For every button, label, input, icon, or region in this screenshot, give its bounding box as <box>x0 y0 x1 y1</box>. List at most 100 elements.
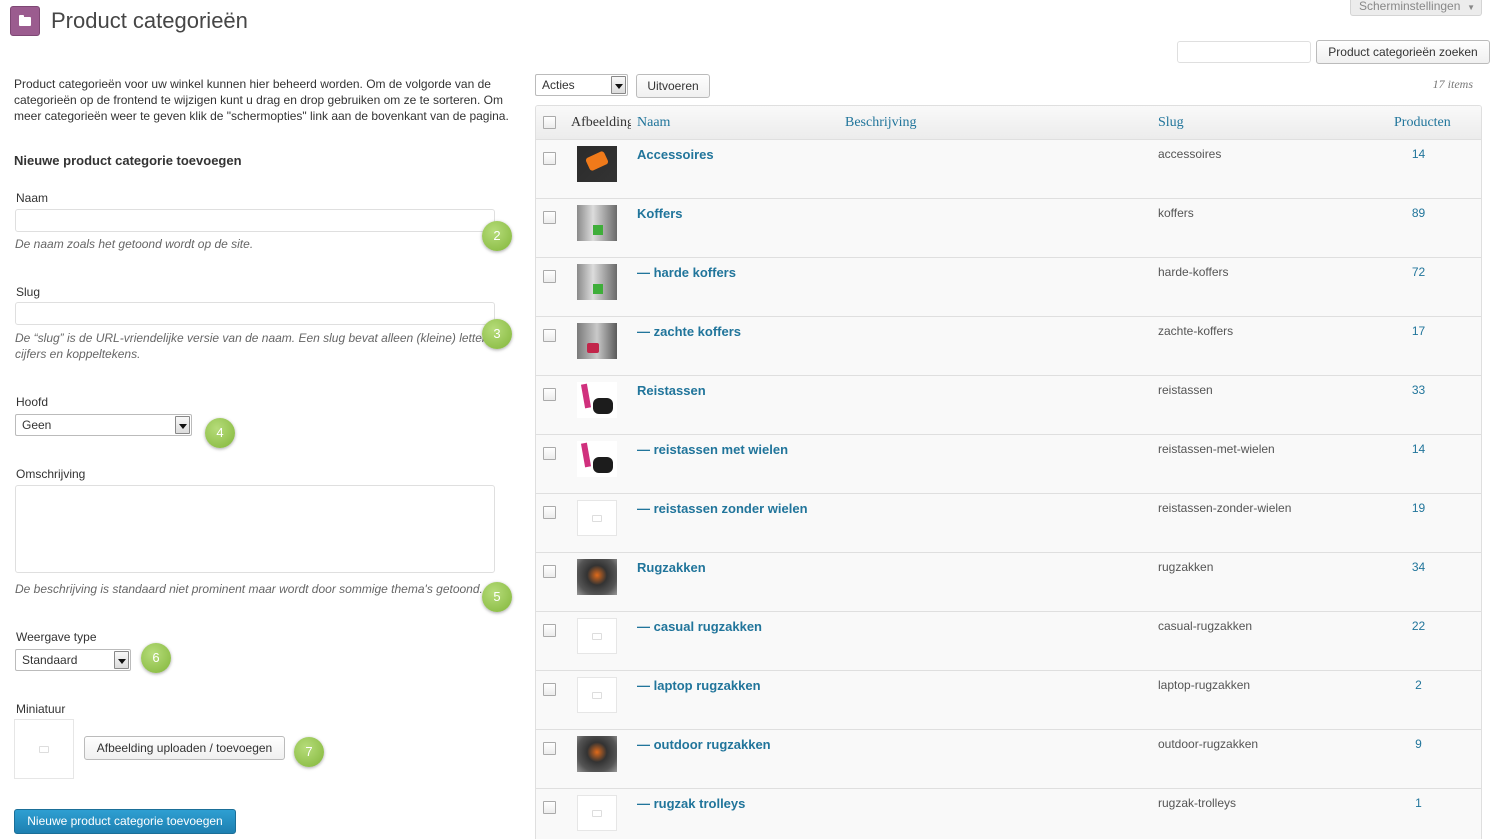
row-checkbox[interactable] <box>543 742 556 755</box>
apply-button[interactable]: Uitvoeren <box>636 74 710 98</box>
category-name-link[interactable]: — harde koffers <box>637 265 736 280</box>
column-description[interactable]: Beschrijving <box>845 115 917 131</box>
bulk-actions-select[interactable]: Acties <box>535 74 628 96</box>
category-product-count[interactable]: 33 <box>1396 383 1441 397</box>
table-row[interactable]: — zachte koffers zachte-koffers 17 <box>536 317 1481 376</box>
category-name-link[interactable]: — reistassen met wielen <box>637 442 788 457</box>
category-product-count[interactable]: 72 <box>1396 265 1441 279</box>
category-thumbnail <box>577 500 617 536</box>
column-products[interactable]: Producten <box>1394 115 1451 131</box>
category-name-link[interactable]: Accessoires <box>637 147 714 162</box>
display-type-select[interactable]: Standaard <box>15 649 131 671</box>
add-category-button[interactable]: Nieuwe product categorie toevoegen <box>14 809 236 834</box>
category-name-link[interactable]: Rugzakken <box>637 560 706 575</box>
name-label: Naam <box>16 191 49 205</box>
image-placeholder-icon <box>592 515 602 522</box>
slug-field[interactable] <box>15 302 495 325</box>
table-row[interactable]: Accessoires accessoires 14 <box>536 140 1481 199</box>
category-product-count[interactable]: 22 <box>1396 619 1441 633</box>
description-hint: De beschrijving is standaard niet promin… <box>15 582 483 596</box>
table-row[interactable]: Koffers koffers 89 <box>536 199 1481 258</box>
slug-label: Slug <box>16 285 41 299</box>
items-count: 17 items <box>1432 77 1473 91</box>
category-product-count[interactable]: 19 <box>1396 501 1441 515</box>
table-row[interactable]: — rugzak trolleys rugzak-trolleys 1 <box>536 789 1481 839</box>
category-product-count[interactable]: 14 <box>1396 147 1441 161</box>
intro-text: Product categorieën voor uw winkel kunne… <box>14 77 509 123</box>
category-name-link[interactable]: Reistassen <box>637 383 706 398</box>
parent-select-value: Geen <box>22 418 52 432</box>
row-checkbox[interactable] <box>543 329 556 342</box>
annotation-badge: 7 <box>294 737 324 767</box>
category-product-count[interactable]: 1 <box>1396 796 1441 810</box>
column-name[interactable]: Naam <box>637 115 670 131</box>
category-slug: reistassen-zonder-wielen <box>1158 501 1292 515</box>
category-slug: rugzakken <box>1158 560 1214 574</box>
row-checkbox[interactable] <box>543 801 556 814</box>
annotation-badge: 6 <box>141 643 171 673</box>
chevron-down-icon[interactable] <box>114 651 129 669</box>
chevron-down-icon: ▼ <box>1467 3 1475 12</box>
display-type-label: Weergave type <box>16 630 97 644</box>
upload-image-button[interactable]: Afbeelding uploaden / toevoegen <box>84 736 285 760</box>
category-slug: casual-rugzakken <box>1158 619 1253 633</box>
category-product-count[interactable]: 14 <box>1396 442 1441 456</box>
table-row[interactable]: Reistassen reistassen 33 <box>536 376 1481 435</box>
category-product-count[interactable]: 9 <box>1396 737 1441 751</box>
row-checkbox[interactable] <box>543 506 556 519</box>
screen-options-label: Scherminstellingen <box>1359 0 1461 13</box>
table-row[interactable]: — reistassen met wielen reistassen-met-wi… <box>536 435 1481 494</box>
category-slug: harde-koffers <box>1158 265 1229 279</box>
category-slug: koffers <box>1158 206 1194 220</box>
table-row[interactable]: Rugzakken rugzakken 34 <box>536 553 1481 612</box>
category-product-count[interactable]: 89 <box>1396 206 1441 220</box>
category-name-link[interactable]: — reistassen zonder wielen <box>637 501 808 516</box>
category-thumbnail <box>577 441 617 477</box>
category-thumbnail <box>577 205 617 241</box>
category-name-link[interactable]: — zachte koffers <box>637 324 741 339</box>
thumbnail-label: Miniatuur <box>16 702 66 716</box>
table-row[interactable]: — outdoor rugzakken outdoor-rugzakken 9 <box>536 730 1481 789</box>
category-name-link[interactable]: — rugzak trolleys <box>637 796 745 811</box>
category-name-link[interactable]: Koffers <box>637 206 683 221</box>
category-product-count[interactable]: 17 <box>1396 324 1441 338</box>
category-product-count[interactable]: 2 <box>1396 678 1441 692</box>
category-thumbnail <box>577 382 617 418</box>
row-checkbox[interactable] <box>543 211 556 224</box>
name-field[interactable] <box>15 209 495 232</box>
description-textarea[interactable] <box>15 485 495 573</box>
category-product-count[interactable]: 34 <box>1396 560 1441 574</box>
category-slug: zachte-koffers <box>1158 324 1234 338</box>
chevron-down-icon[interactable] <box>611 76 626 94</box>
row-checkbox[interactable] <box>543 270 556 283</box>
row-checkbox[interactable] <box>543 388 556 401</box>
category-thumbnail <box>577 618 617 654</box>
category-name-link[interactable]: — casual rugzakken <box>637 619 762 634</box>
name-hint: De naam zoals het getoond wordt op de si… <box>15 237 254 251</box>
row-checkbox[interactable] <box>543 565 556 578</box>
screen-options-button[interactable]: Scherminstellingen ▼ <box>1350 0 1482 16</box>
row-checkbox[interactable] <box>543 683 556 696</box>
parent-select[interactable]: Geen <box>15 414 192 436</box>
row-checkbox[interactable] <box>543 152 556 165</box>
select-all-checkbox[interactable] <box>543 116 556 129</box>
search-input[interactable] <box>1177 41 1311 63</box>
image-placeholder-icon <box>592 633 602 640</box>
row-checkbox[interactable] <box>543 447 556 460</box>
chevron-down-icon[interactable] <box>175 416 190 434</box>
table-row[interactable]: — reistassen zonder wielen reistassen-zon… <box>536 494 1481 553</box>
table-row[interactable]: — casual rugzakken casual-rugzakken 22 <box>536 612 1481 671</box>
category-slug: accessoires <box>1158 147 1222 161</box>
table-row[interactable]: — harde koffers harde-koffers 72 <box>536 258 1481 317</box>
annotation-badge: 5 <box>482 582 512 612</box>
table-row[interactable]: — laptop rugzakken laptop-rugzakken 2 <box>536 671 1481 730</box>
category-thumbnail <box>577 736 617 772</box>
category-name-link[interactable]: — laptop rugzakken <box>637 678 761 693</box>
category-slug: outdoor-rugzakken <box>1158 737 1259 751</box>
category-name-link[interactable]: — outdoor rugzakken <box>637 737 771 752</box>
column-slug[interactable]: Slug <box>1158 115 1184 131</box>
row-checkbox[interactable] <box>543 624 556 637</box>
category-slug: reistassen <box>1158 383 1213 397</box>
category-thumbnail <box>577 264 617 300</box>
search-button[interactable]: Product categorieën zoeken <box>1316 40 1490 64</box>
